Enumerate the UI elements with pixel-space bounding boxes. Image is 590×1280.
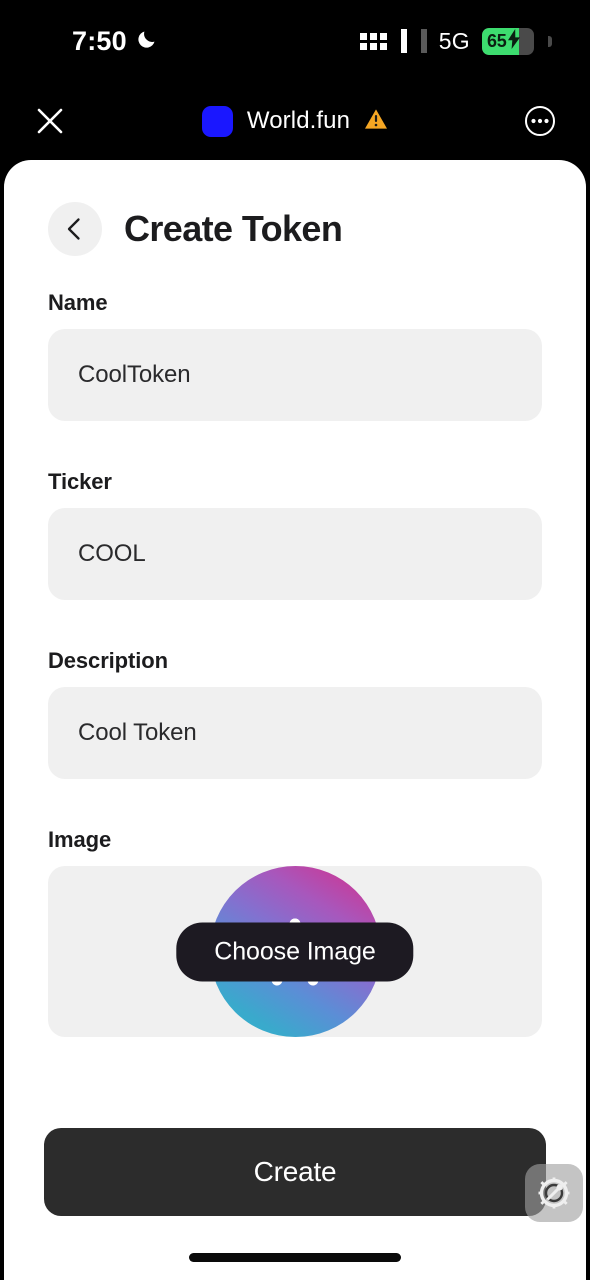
more-horizontal-circle-icon [524, 106, 555, 136]
signal-bar-strong [400, 29, 407, 53]
status-bar-right: 5G 65 [359, 27, 552, 55]
battery-indicator: 65 [482, 27, 534, 55]
field-image: Image Choose Image [48, 827, 542, 1037]
field-description-label: Description [48, 648, 168, 673]
battery-cap [548, 35, 552, 47]
browser-app-header: World.fun [0, 82, 590, 160]
page-header: Create Token [4, 160, 586, 256]
field-description: Description Cool Token [48, 648, 542, 779]
gear-wrench-icon [538, 1177, 570, 1209]
page-title: Create Token [124, 208, 343, 249]
crescent-moon-icon [136, 28, 158, 55]
home-indicator [189, 1253, 401, 1262]
create-button[interactable]: Create [44, 1128, 546, 1216]
arrow-left-icon [67, 218, 80, 240]
create-button-label: Create [253, 1156, 337, 1187]
name-input-value: CoolToken [78, 361, 191, 388]
more-options-button[interactable] [518, 99, 562, 143]
ticker-input-value: COOL [78, 540, 146, 567]
close-icon [37, 108, 63, 134]
description-input[interactable]: Cool Token [48, 687, 542, 779]
site-identity: World.fun [201, 105, 388, 137]
description-input-value: Cool Token [78, 719, 197, 746]
field-name: Name CoolToken [48, 290, 542, 421]
field-image-label: Image [48, 827, 112, 852]
ticker-input[interactable]: COOL [48, 508, 542, 600]
battery-percent-label: 65 [487, 30, 507, 51]
debug-tools-button[interactable] [525, 1164, 583, 1222]
field-ticker-label: Ticker [48, 469, 112, 494]
network-type-label: 5G [438, 27, 470, 54]
site-favicon-icon [201, 105, 233, 137]
phone-screen: 7:50 5G 65 World.fun Create Token Name C… [0, 0, 590, 1280]
choose-image-button[interactable]: Choose Image [176, 922, 414, 981]
warning-triangle-icon[interactable] [364, 108, 388, 135]
status-time: 7:50 [72, 25, 127, 56]
status-bar-left: 7:50 [72, 26, 158, 57]
name-input[interactable]: CoolToken [48, 329, 542, 421]
content-sheet: Create Token Name CoolToken Ticker COOL [4, 160, 586, 1280]
site-name-label: World.fun [246, 107, 351, 134]
back-button[interactable] [48, 202, 102, 256]
cellular-signal-icon [359, 32, 387, 50]
lightning-bolt-icon [507, 28, 521, 54]
create-token-form: Name CoolToken Ticker COOL Description C… [4, 290, 586, 1037]
signal-bar-dim [420, 29, 427, 53]
close-button[interactable] [28, 99, 72, 143]
field-ticker: Ticker COOL [48, 469, 542, 600]
image-picker-box[interactable]: Choose Image [48, 866, 542, 1037]
status-bar: 7:50 5G 65 [0, 0, 590, 82]
field-name-label: Name [48, 290, 108, 315]
